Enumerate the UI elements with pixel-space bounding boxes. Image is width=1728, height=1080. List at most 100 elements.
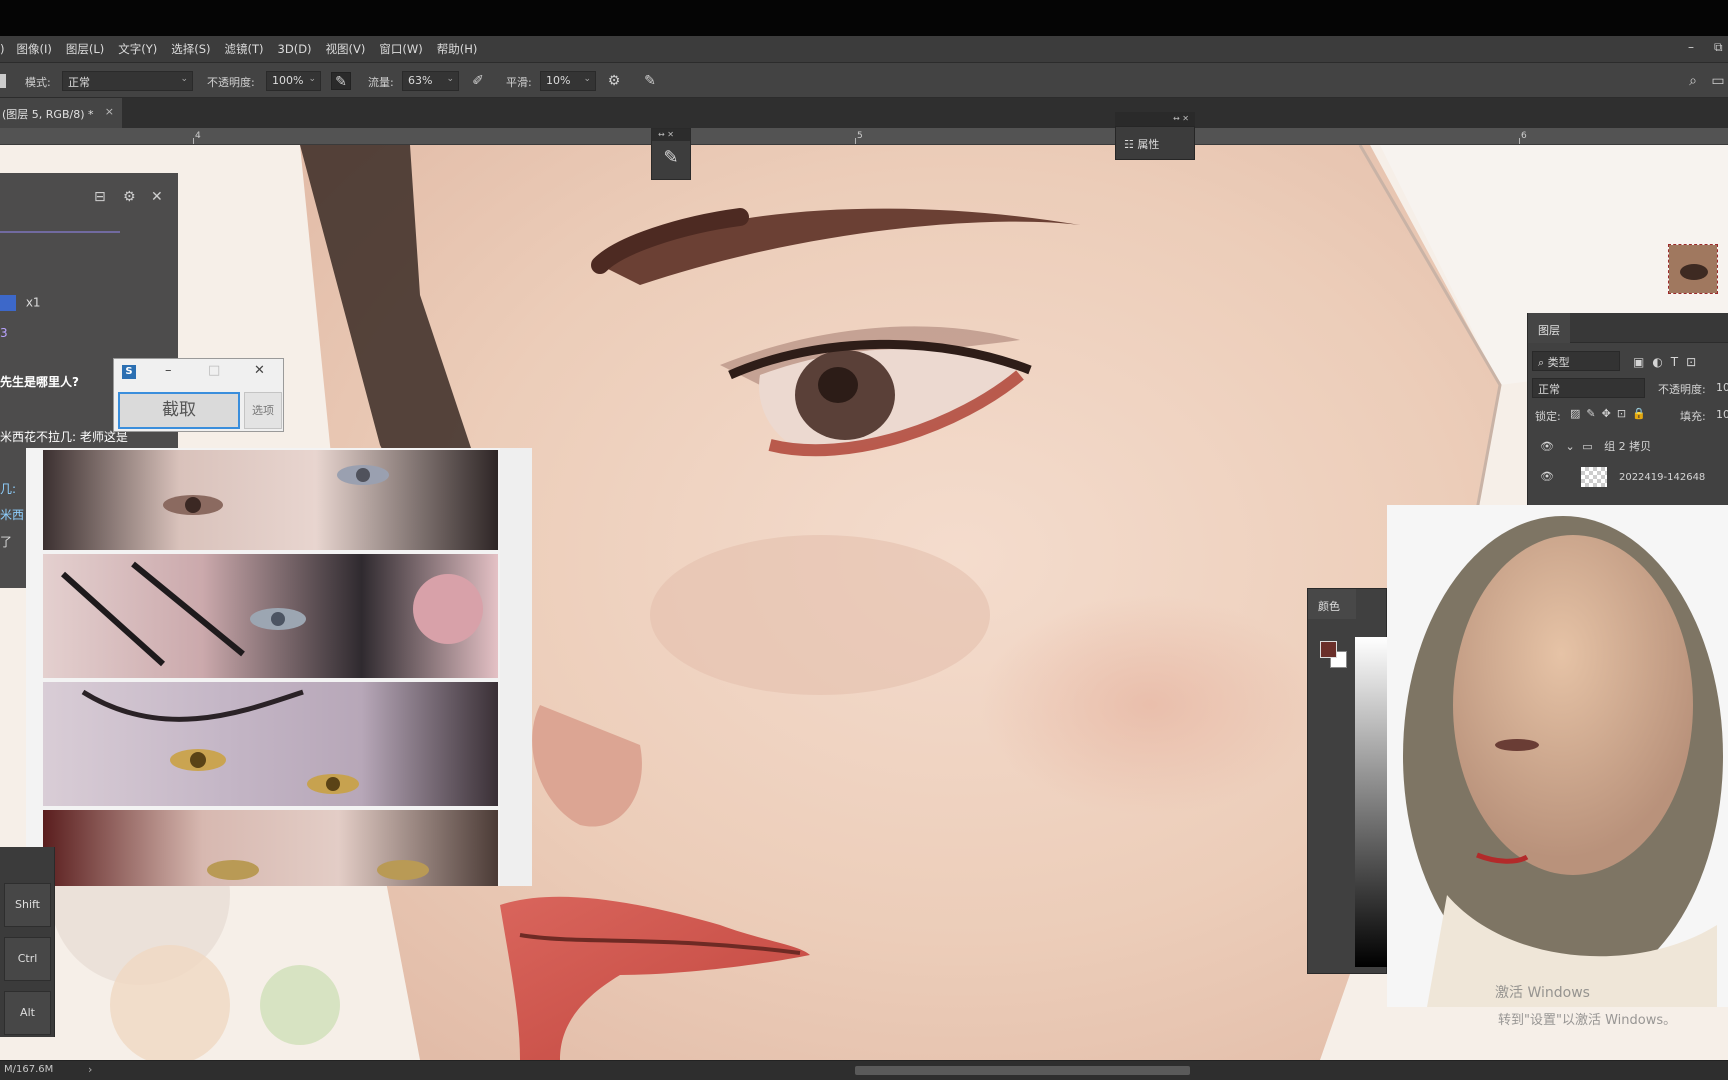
fill-value[interactable]: 10 — [1716, 408, 1728, 421]
screen-capture-window: S – □ ✕ 截取 选项 — [113, 358, 284, 432]
ruler-label: 4 — [195, 131, 201, 141]
close-icon[interactable]: × — [105, 105, 114, 118]
layer-row[interactable]: 👁 2022419-142648 — [1528, 461, 1728, 491]
sliders-icon: ☷ — [1124, 138, 1138, 151]
reference-eyes-4 — [43, 810, 498, 886]
color-panel: 颜色 — [1307, 588, 1388, 974]
chat-message: 了 — [0, 535, 13, 549]
status-bar: M/167.6M › — [0, 1060, 1728, 1080]
brush-panel-dock: ↔ ✕ ✎ — [651, 128, 691, 180]
layer-opacity-value[interactable]: 10 — [1716, 381, 1728, 394]
doll-portrait — [1403, 516, 1723, 1007]
pressure-opacity-icon[interactable]: ✎ — [331, 72, 351, 90]
tool-options-bar: 模式: 正常 ⌄ 不透明度: 100% ⌄ ✎ 流量: 63% ⌄ ✐ 平滑: … — [0, 62, 1728, 98]
lock-icons[interactable]: ▨✎✥⊡🔒 — [1570, 407, 1670, 420]
shift-key-button[interactable]: Shift — [4, 883, 51, 927]
eye-icon[interactable]: 👁 — [1540, 470, 1554, 483]
doll-reference-image — [1387, 505, 1728, 1007]
eye-sketch — [81, 689, 359, 794]
search-icon: ⌕ — [1538, 356, 1548, 369]
panel-header[interactable]: ↔ ✕ — [1115, 112, 1195, 126]
close-button[interactable]: ✕ — [254, 363, 265, 378]
chat-message: 先生是哪里人? — [0, 375, 79, 389]
mode-label: 模式: — [25, 76, 51, 89]
properties-button[interactable]: ☷ 属性 — [1115, 126, 1195, 160]
shortcut-key-panel: Shift Ctrl Alt — [0, 847, 55, 1037]
chevron-right-icon[interactable]: › — [88, 1063, 92, 1076]
reference-image-window — [26, 448, 532, 886]
chat-message: 米西 — [0, 508, 25, 522]
tool-preset-icon[interactable] — [0, 74, 6, 88]
capture-options-button[interactable]: 选项 — [244, 392, 282, 429]
chevron-down-icon[interactable]: ⌄ — [1565, 440, 1574, 453]
menu-item-image[interactable]: 图像(I) — [17, 41, 52, 57]
foreground-color-swatch[interactable] — [1320, 641, 1337, 658]
capture-button[interactable]: 截取 — [118, 392, 240, 429]
settings-icon[interactable]: ⚙ — [123, 189, 136, 205]
menu-item-help[interactable]: 帮助(H) — [437, 41, 478, 57]
alt-key-button[interactable]: Alt — [4, 991, 51, 1035]
ruler-label: 5 — [857, 131, 863, 141]
brush-icon[interactable]: ✎ — [652, 141, 690, 168]
document-size: M/167.6M — [4, 1064, 54, 1075]
menu-item-filter[interactable]: 滤镜(T) — [225, 41, 264, 57]
horizontal-scrollbar-thumb[interactable] — [855, 1066, 1190, 1075]
menu-item-truncated[interactable]: ) — [0, 42, 5, 56]
airbrush-icon[interactable]: ✐ — [468, 72, 488, 90]
chat-message: 米西花不拉几: 老师这是 — [0, 430, 128, 444]
ruler-label: 6 — [1521, 131, 1527, 141]
filter-value: 类型 — [1547, 356, 1570, 369]
layer-row-group[interactable]: 👁 ⌄ ▭ 组 2 拷贝 — [1528, 432, 1728, 458]
pressure-size-icon[interactable]: ✎ — [640, 72, 660, 90]
panel-header[interactable]: ↔ ✕ — [652, 129, 690, 141]
navigator-thumbnail[interactable] — [1668, 244, 1718, 294]
gear-icon[interactable]: ⚙ — [604, 72, 624, 90]
menu-item-3d[interactable]: 3D(D) — [278, 42, 312, 56]
menu-item-type[interactable]: 文字(Y) — [118, 41, 157, 57]
flow-input[interactable]: 63% ⌄ — [402, 71, 459, 91]
layer-filter-select[interactable]: ⌕ 类型 — [1532, 351, 1620, 371]
color-ramp[interactable] — [1355, 637, 1388, 967]
gift-icon — [0, 295, 16, 311]
blend-mode-select[interactable]: 正常 — [1532, 378, 1645, 398]
document-tab-label: (图层 5, RGB/8) * — [2, 108, 94, 121]
lock-icon[interactable]: ⊟ — [94, 189, 106, 205]
restore-window-button[interactable]: ⧉ — [1714, 40, 1723, 55]
minimize-window-button[interactable]: – — [1688, 40, 1694, 54]
thumbnail-image — [1669, 245, 1717, 293]
menu-item-window[interactable]: 窗口(W) — [379, 41, 422, 57]
reference-eyes-1 — [43, 450, 498, 550]
eye-icon[interactable]: 👁 — [1540, 440, 1554, 453]
chat-message-truncated — [0, 231, 120, 233]
chat-message: 几: — [0, 482, 17, 496]
reference-scrollbar[interactable] — [500, 448, 532, 886]
chat-message: 3 — [0, 326, 8, 340]
layer-name: 组 2 拷贝 — [1604, 440, 1652, 453]
search-icon[interactable]: ⌕ — [1683, 72, 1703, 90]
properties-panel-dock: ↔ ✕ ☷ 属性 — [1115, 112, 1195, 167]
smoothing-label: 平滑: — [506, 76, 532, 89]
eye-sketch — [60, 561, 483, 667]
menu-item-select[interactable]: 选择(S) — [171, 41, 210, 57]
tab-layers[interactable]: 图层 — [1528, 313, 1570, 343]
layer-thumbnail — [1581, 467, 1608, 487]
reference-eyes-3 — [43, 682, 498, 806]
smoothing-input[interactable]: 10% ⌄ — [540, 71, 596, 91]
smoothing-value: 10% — [546, 74, 571, 87]
workspace-icon[interactable]: ▭ — [1708, 72, 1728, 90]
ruler-tick — [855, 138, 856, 144]
ctrl-key-button[interactable]: Ctrl — [4, 937, 51, 981]
maximize-button[interactable]: □ — [208, 363, 220, 378]
menu-item-layer[interactable]: 图层(L) — [66, 41, 104, 57]
menu-item-view[interactable]: 视图(V) — [326, 41, 366, 57]
opacity-input[interactable]: 100% ⌄ — [266, 71, 321, 91]
tab-color[interactable]: 颜色 — [1308, 589, 1356, 619]
document-tab[interactable]: (图层 5, RGB/8) * × — [0, 98, 122, 128]
minimize-button[interactable]: – — [165, 363, 172, 378]
layer-filter-icons[interactable]: ▣◐T⊡ — [1633, 355, 1728, 369]
properties-label: 属性 — [1137, 138, 1160, 151]
opacity-label: 不透明度: — [207, 76, 255, 89]
mode-select[interactable]: 正常 ⌄ — [62, 71, 193, 91]
close-icon[interactable]: ✕ — [151, 189, 163, 205]
layers-panel: 图层 ⌕ 类型 ▣◐T⊡ 正常 不透明度: 10 锁定: ▨✎✥⊡🔒 填充: 1… — [1527, 313, 1728, 505]
